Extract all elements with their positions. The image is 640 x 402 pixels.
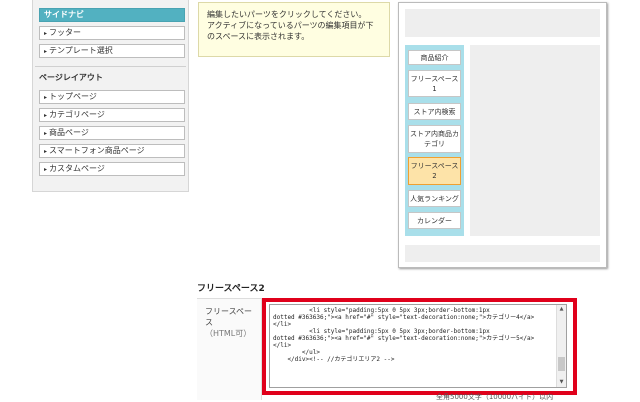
section-title: ページレイアウト [39, 73, 103, 82]
footer-area[interactable] [405, 245, 600, 262]
header-area[interactable] [405, 9, 600, 37]
part-free-space-2[interactable]: フリースペース2 [408, 157, 461, 185]
part-store-search[interactable]: ストア内検索 [408, 103, 461, 120]
field-label-text: フリースペース [205, 307, 253, 327]
triangle-right-icon: ▸ [44, 48, 48, 55]
sidebar-item-product-page[interactable]: ▸ 商品ページ [39, 126, 185, 140]
sidebar-item-label: サイドナビ [44, 10, 84, 19]
sidebar-item-label: スマートフォン商品ページ [49, 146, 145, 155]
note-line: アクティブになっているパーツの編集項目が下のスペースに表示されます。 [207, 21, 374, 41]
sidebar-item-custom-page[interactable]: ▸ カスタムページ [39, 162, 185, 176]
triangle-right-icon: ▸ [44, 112, 48, 119]
sidebar-item-template[interactable]: ▸ テンプレート選択 [39, 44, 185, 58]
part-label: フリースペース2 [410, 162, 459, 180]
part-label: カレンダー [417, 216, 452, 225]
sidebar-item-side-navi[interactable]: サイドナビ [39, 8, 185, 22]
triangle-right-icon: ▸ [44, 30, 48, 37]
sidebar-item-label: トップページ [49, 92, 97, 101]
triangle-right-icon: ▸ [44, 130, 48, 137]
field-sublabel: （HTML可） [205, 329, 252, 338]
sidebar-item-footer[interactable]: ▸ フッター [39, 26, 185, 40]
main-area[interactable] [470, 45, 600, 236]
sidebar: サイドナビ ▸ フッター ▸ テンプレート選択 ページレイアウト ▸ トップページ ▸… [32, 0, 189, 192]
highlight-box [262, 298, 577, 395]
part-ranking[interactable]: 人気ランキング [408, 190, 461, 207]
sidebar-item-label: カスタムページ [49, 164, 105, 173]
part-label: 人気ランキング [410, 194, 459, 203]
help-note: 編集したいパーツをクリックしてください。 アクティブになっているパーツの編集項目… [198, 2, 390, 57]
part-label: 商品紹介 [420, 53, 449, 62]
part-label: フリースペース1 [410, 74, 459, 93]
field-label: フリースペース （HTML可） [205, 306, 260, 339]
sidebar-item-top-page[interactable]: ▸ トップページ [39, 90, 185, 104]
part-store-category[interactable]: ストア内商品カテゴリ [408, 125, 461, 153]
section-heading: フリースペース2 [197, 284, 265, 294]
left-column: 商品紹介 フリースペース1 ストア内検索 ストア内商品カテゴリ フリースペース2… [405, 45, 464, 236]
triangle-right-icon: ▸ [44, 148, 48, 155]
layout-preview: 商品紹介 フリースペース1 ストア内検索 ストア内商品カテゴリ フリースペース2… [398, 2, 607, 268]
part-calendar[interactable]: カレンダー [408, 212, 461, 229]
part-free-space-1[interactable]: フリースペース1 [408, 70, 461, 97]
sidebar-item-label: テンプレート選択 [49, 46, 113, 55]
sidebar-item-label: カテゴリページ [49, 110, 105, 119]
part-label: ストア内検索 [413, 107, 456, 116]
note-line: 編集したいパーツをクリックしてください。 [207, 10, 367, 19]
char-limit-text: 全角5000文字（10000バイト）以内 [436, 393, 554, 401]
divider [35, 66, 186, 67]
sidebar-item-label: フッター [49, 28, 82, 37]
part-product-intro[interactable]: 商品紹介 [408, 50, 461, 65]
triangle-right-icon: ▸ [44, 166, 48, 173]
part-label: ストア内商品カテゴリ [410, 130, 459, 148]
sidebar-item-label: 商品ページ [49, 128, 89, 137]
sidebar-item-smartphone-page[interactable]: ▸ スマートフォン商品ページ [39, 144, 185, 158]
triangle-right-icon: ▸ [44, 94, 48, 101]
sidebar-item-category-page[interactable]: ▸ カテゴリページ [39, 108, 185, 122]
